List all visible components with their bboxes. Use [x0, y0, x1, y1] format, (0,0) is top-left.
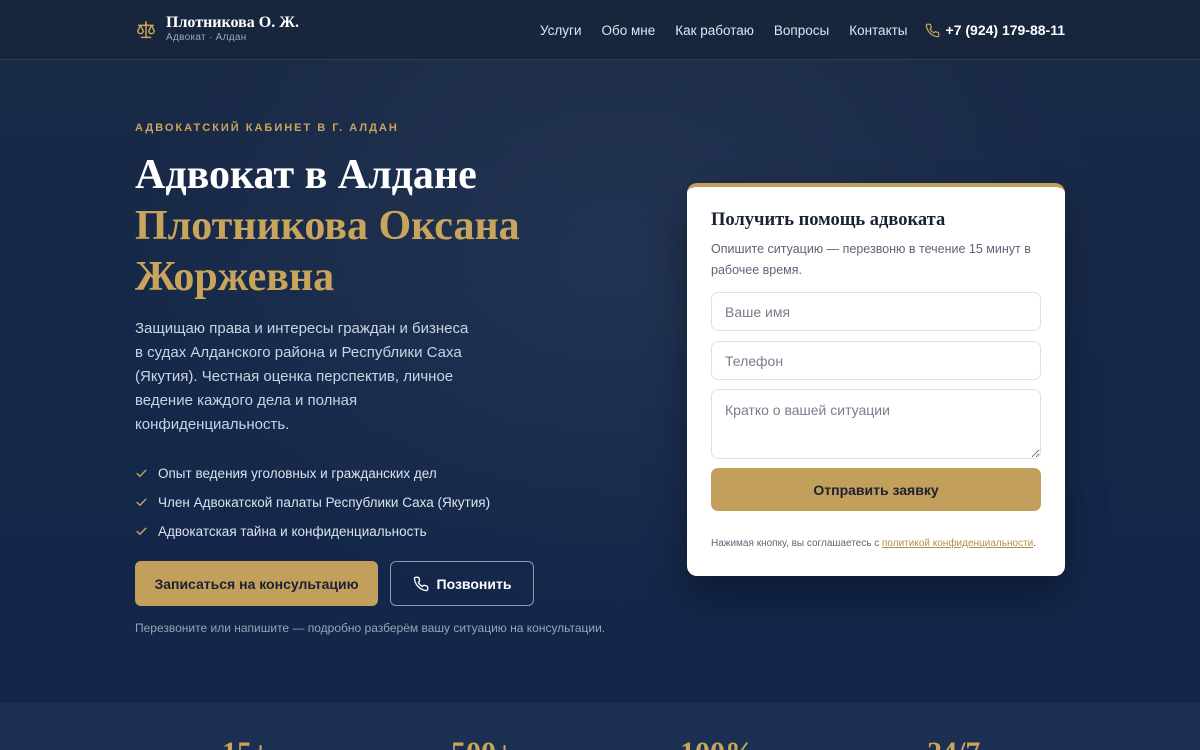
hero-title-line-2: Плотникова Оксана: [135, 203, 520, 249]
stat-value: 500+: [451, 736, 513, 750]
check-icon: [136, 527, 147, 535]
benefit-text: Опыт ведения уголовных и гражданских дел: [158, 466, 437, 481]
consent-suffix: .: [1033, 538, 1037, 549]
consent-text: Нажимая кнопку, вы соглашаетесь с полити…: [711, 538, 1036, 549]
nav-faq[interactable]: Вопросы: [774, 23, 829, 38]
consent-prefix: Нажимая кнопку, вы соглашаетесь с: [711, 538, 882, 549]
hero-title: Адвокат в Алдане Плотникова Оксана Жорже…: [135, 150, 520, 303]
hero-title-line-3: Жоржевна: [135, 254, 335, 300]
hero-title-line-1: Адвокат в Алдане: [135, 152, 477, 198]
submit-request-button[interactable]: Отправить заявку: [711, 468, 1041, 511]
phone-icon: [925, 23, 939, 37]
hero-eyebrow: АДВОКАТСКИЙ КАБИНЕТ В Г. АЛДАН: [135, 122, 399, 134]
nav-process[interactable]: Как работаю: [675, 23, 754, 38]
site-header: Плотникова О. Ж. Адвокат · Алдан Услуги …: [0, 0, 1200, 60]
benefit-item: Адвокатская тайна и конфиденциальность: [135, 517, 490, 546]
form-subtitle: Опишите ситуацию — перезвоню в течение 1…: [711, 242, 1031, 277]
call-button[interactable]: Позвонить: [390, 561, 534, 606]
benefit-item: Опыт ведения уголовных и гражданских дел: [135, 459, 490, 488]
stat-value: 100%: [680, 736, 755, 750]
nav-services[interactable]: Услуги: [540, 23, 582, 38]
benefit-text: Адвокатская тайна и конфиденциальность: [158, 524, 427, 539]
benefit-text: Член Адвокатской палаты Республики Саха …: [158, 495, 491, 510]
name-input[interactable]: [711, 292, 1041, 331]
book-consultation-button[interactable]: Записаться на консультацию: [135, 561, 378, 606]
consultation-form: Получить помощь адвоката Опишите ситуаци…: [687, 183, 1065, 576]
privacy-policy-link[interactable]: политикой конфиденциальности: [882, 538, 1033, 549]
call-button-label: Позвонить: [436, 575, 512, 592]
check-icon: [136, 469, 147, 477]
check-icon: [136, 498, 147, 506]
nav-about[interactable]: Обо мне: [602, 23, 656, 38]
benefit-item: Член Адвокатской палаты Республики Саха …: [135, 488, 490, 517]
header-phone-number: +7 (924) 179-88-11: [945, 22, 1065, 38]
scales-icon: [137, 21, 155, 39]
stat-value: 15+: [222, 736, 269, 750]
main-nav: Услуги Обо мне Как работаю Вопросы Конта…: [520, 0, 1065, 60]
header-phone-link[interactable]: +7 (924) 179-88-11: [925, 22, 1065, 38]
hero-description: Защищаю права и интересы граждан и бизне…: [135, 320, 469, 433]
hero-benefits-list: Опыт ведения уголовных и гражданских дел…: [135, 459, 490, 546]
phone-icon: [413, 576, 428, 591]
logo-name: Плотникова О. Ж.: [166, 14, 300, 31]
nav-contacts[interactable]: Контакты: [849, 23, 907, 38]
stats-strip: 15+ 500+ 100% 24/7: [0, 703, 1200, 750]
logo-subtitle: Адвокат · Алдан: [166, 32, 247, 43]
hero-note: Перезвоните или напишите — подробно разб…: [135, 621, 606, 635]
stat-value: 24/7: [927, 736, 980, 750]
situation-textarea[interactable]: [711, 389, 1041, 459]
form-title: Получить помощь адвоката: [711, 210, 946, 230]
logo[interactable]: Плотникова О. Ж. Адвокат · Алдан: [135, 14, 299, 44]
phone-input[interactable]: [711, 341, 1041, 380]
